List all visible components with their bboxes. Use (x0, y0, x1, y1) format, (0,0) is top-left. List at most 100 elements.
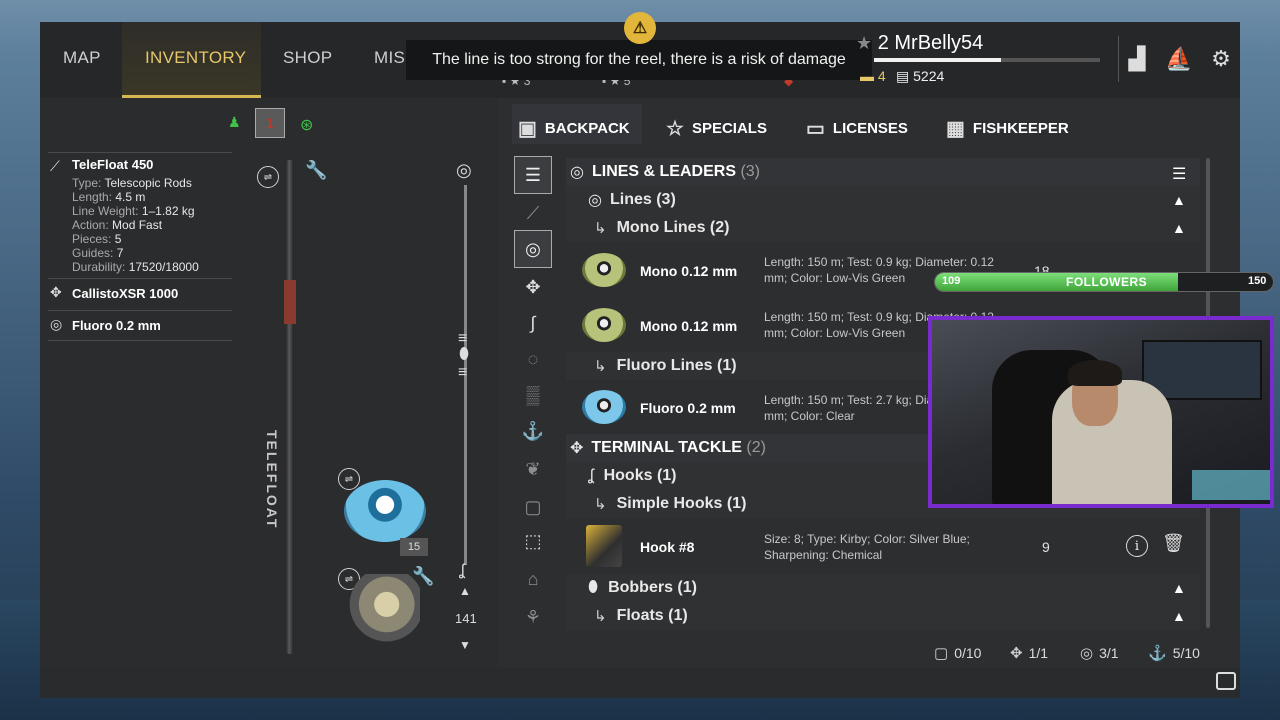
rod-spec-value: Telescopic Rods (104, 176, 192, 190)
tab-inventory[interactable]: INVENTORY (145, 48, 246, 68)
tackle-capacity-value: 5/10 (1172, 645, 1200, 661)
rod-spec-value: 17520/18000 (128, 260, 199, 274)
rod-name: TeleFloat 450 (72, 157, 154, 172)
fluoro-spool-image[interactable] (344, 480, 426, 542)
group-count: (1) (677, 579, 697, 596)
depth-up-icon[interactable]: ▲ (459, 584, 471, 598)
group-label: Simple Hooks (616, 495, 723, 512)
filter-plants-icon[interactable]: ⚘ (514, 598, 552, 636)
gold-value: 4 (877, 68, 886, 84)
subgroup-arrow-icon: ↳ (594, 220, 607, 237)
webcam-overlay (928, 316, 1274, 508)
bobber-handle-icon[interactable]: ⬮ (459, 346, 469, 364)
gold-balance: ▬ 4 (860, 68, 886, 84)
player-rank: 2 (877, 32, 889, 54)
line-detach-icon[interactable]: ⇌ (338, 468, 360, 490)
item-description: Size: 8; Type: Kirby; Color: Silver Blue… (764, 532, 970, 562)
rod-spec-value: Mod Fast (112, 218, 163, 232)
rod-spec-line: Durability: 17520/18000 (72, 260, 199, 274)
group-floats[interactable]: ↳ Floats (1) (566, 602, 1200, 630)
collapse-chevron-icon[interactable]: ▲ (1172, 220, 1186, 236)
collapse-chevron-icon[interactable]: ▲ (1172, 192, 1186, 208)
separator (48, 152, 232, 153)
rank-star-icon: ★ (856, 33, 873, 53)
tab-shop[interactable]: SHOP (283, 48, 332, 68)
rod-reel-icon: ✥ (1010, 645, 1023, 662)
filter-rigs-icon[interactable]: ⚓ (514, 412, 552, 450)
wheel-icon[interactable]: ⊛ (300, 115, 313, 135)
line-spool-icon: ◎ (570, 164, 584, 181)
filter-lures-icon[interactable]: ∫ (514, 304, 552, 342)
depth-down-icon[interactable]: ▼ (459, 638, 471, 652)
filter-flies-icon[interactable]: ❦ (514, 450, 552, 488)
category-lines-leaders[interactable]: ◎ LINES & LEADERS (3) (566, 158, 1200, 186)
group-count: (1) (726, 495, 747, 512)
club-icon[interactable]: ⛵ (1164, 44, 1194, 74)
filter-baits-icon[interactable]: ◌ (514, 340, 552, 378)
filter-all-icon[interactable]: ☰ (514, 156, 552, 194)
hook-icon: ʆ (459, 562, 465, 579)
trash-icon[interactable]: 🗑 (1162, 533, 1185, 554)
line-slot-icon[interactable]: ◎ (456, 160, 472, 181)
tab-licenses[interactable]: ▭ LICENSES (806, 116, 908, 141)
leaderboard-icon[interactable]: ▟ (1122, 44, 1152, 74)
rod-spec-label: Durability: (72, 260, 129, 274)
group-label: Hooks (603, 467, 653, 484)
category-label: TERMINAL TACKLE (591, 439, 742, 456)
collapse-chevron-icon[interactable]: ▲ (1172, 580, 1186, 596)
filter-terminal-icon[interactable]: ✥ (514, 268, 552, 306)
rod-image (286, 160, 294, 654)
item-name: Mono 0.12 mm (640, 318, 738, 334)
group-count: (3) (656, 191, 676, 208)
filter-feeders-icon[interactable]: ▒ (514, 376, 552, 414)
tackle-icon: ⚓ (1148, 645, 1167, 662)
rod-spec-label: Length: (72, 190, 116, 204)
rod-spec-line: Line Weight: 1–1.82 kg (72, 204, 199, 218)
rod-spec-line: Action: Mod Fast (72, 218, 199, 232)
group-mono-lines[interactable]: ↳ Mono Lines (2) (566, 214, 1200, 242)
filter-chum-icon[interactable]: ⌂ (514, 560, 552, 598)
rod-capacity: ✥ 1/1 (1010, 644, 1048, 662)
chat-icon[interactable] (1216, 672, 1236, 690)
filter-bags-icon[interactable]: ▢ (514, 488, 552, 526)
reel-image[interactable] (346, 574, 420, 650)
rod-spec-label: Type: (72, 176, 105, 190)
line-name: Fluoro 0.2 mm (72, 318, 161, 333)
separator (48, 310, 232, 311)
rod-slot-button[interactable]: 1 (255, 108, 285, 138)
license-icon: ▭ (806, 118, 825, 140)
fishkeeper-label: FISHKEEPER (972, 120, 1069, 137)
reel-icon: ✥ (50, 284, 62, 300)
group-bobbers[interactable]: ⬮ Bobbers (1) (566, 574, 1200, 602)
specials-icon: ☆ (666, 118, 684, 140)
settings-gear-icon[interactable]: ⚙ (1206, 44, 1236, 74)
filter-rods-icon[interactable]: ⟋ (514, 194, 552, 232)
rod-icon: ⟋ (50, 158, 60, 174)
person-icon: ♟ (228, 114, 241, 130)
filter-boxes-icon[interactable]: ⬚ (514, 522, 552, 560)
group-count: (1) (656, 467, 677, 484)
filter-lines-icon[interactable]: ◎ (514, 230, 552, 268)
mono-spool-thumb (582, 253, 626, 287)
filter-settings-icon[interactable]: ☰ (1172, 164, 1186, 184)
rod-detach-icon[interactable]: ⇌ (257, 166, 279, 188)
group-lines[interactable]: ◎ Lines (3) (566, 186, 1200, 214)
repair-wrench-icon[interactable]: 🔧 (305, 160, 327, 181)
collapse-chevron-icon[interactable]: ▲ (1172, 608, 1186, 624)
info-icon[interactable]: i (1126, 535, 1148, 557)
licenses-label: LICENSES (832, 120, 908, 137)
reel-name: CallistoXSR 1000 (72, 286, 179, 301)
category-count: (3) (740, 163, 760, 180)
item-name: Mono 0.12 mm (640, 263, 738, 279)
sinker-marker-icon[interactable]: ≡ (458, 364, 467, 382)
player-name: MrBelly54 (894, 32, 984, 54)
tab-fishkeeper[interactable]: ▦ FISHKEEPER (946, 116, 1069, 141)
rod-spec-label: Pieces: (72, 232, 115, 246)
group-label: Fluoro Lines (616, 357, 713, 374)
tab-backpack[interactable]: ▣ BACKPACK (518, 116, 630, 141)
category-label: LINES & LEADERS (591, 163, 736, 180)
tab-map[interactable]: MAP (63, 48, 101, 68)
xp-bar (874, 58, 1100, 62)
bag-capacity: ▢ 0/10 (934, 644, 981, 662)
tab-specials[interactable]: ☆ SPECIALS (666, 116, 767, 141)
